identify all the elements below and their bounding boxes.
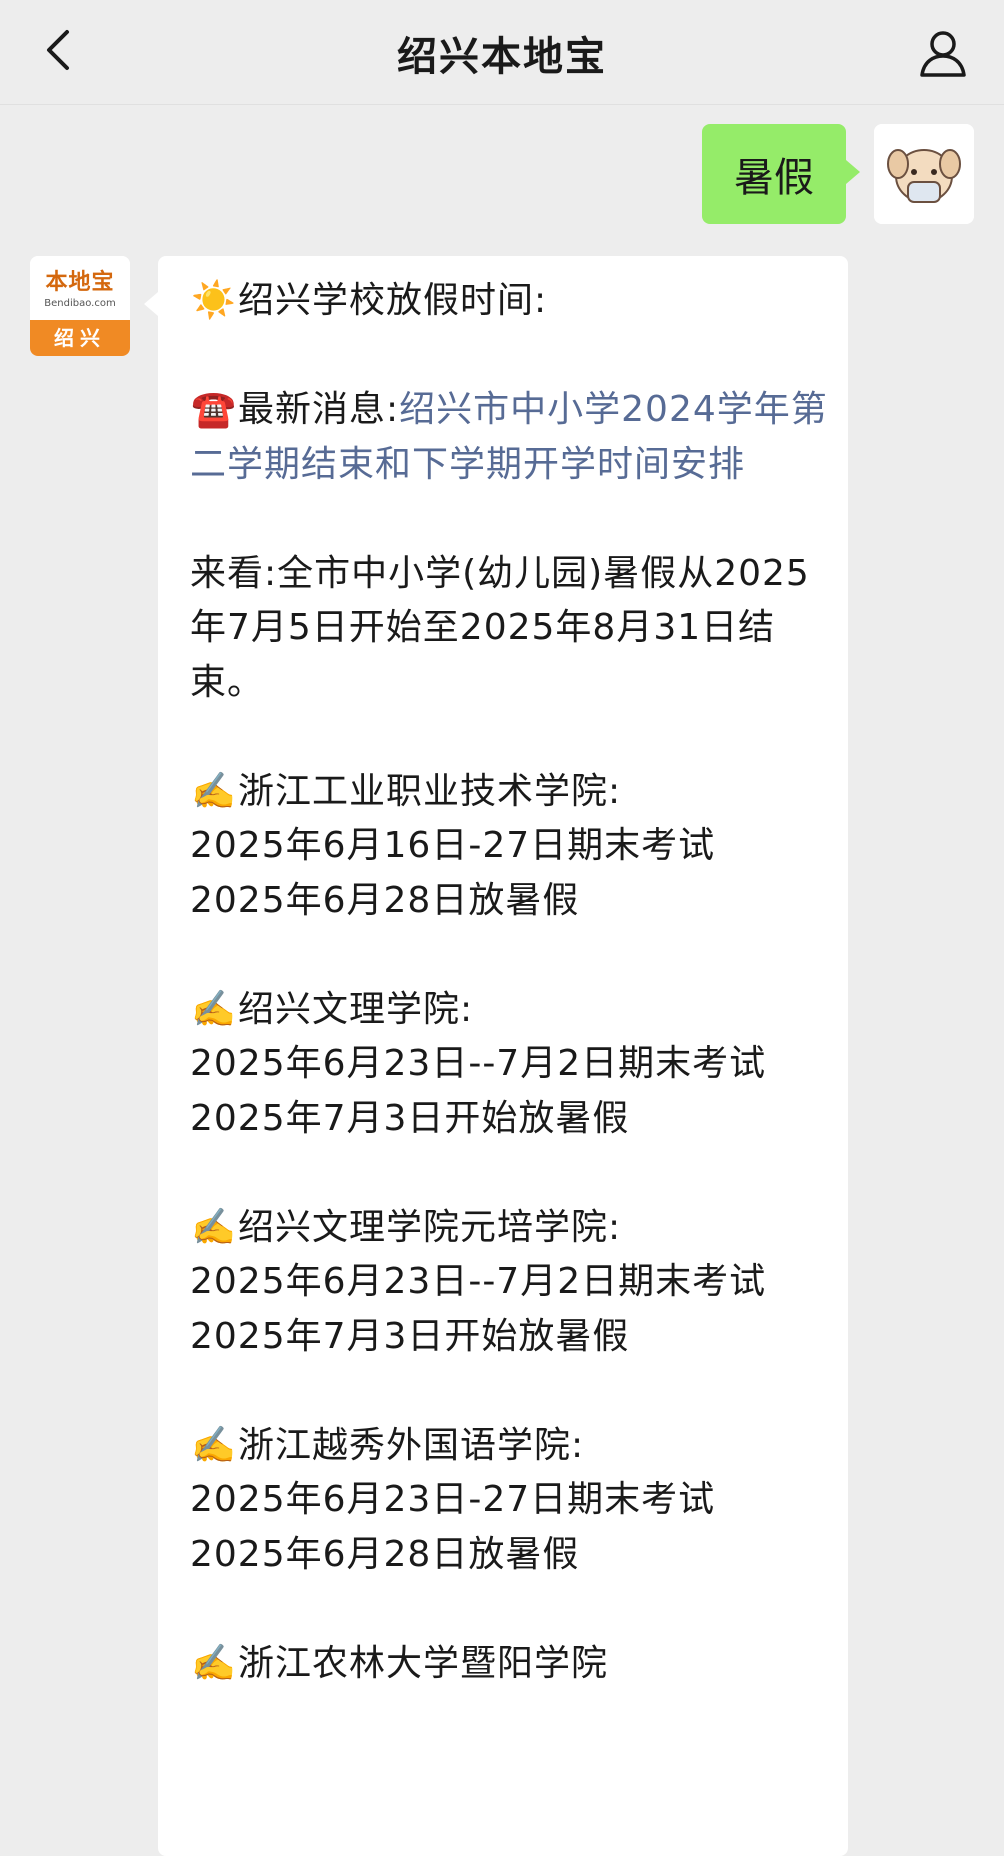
sun-icon: ☀️ bbox=[191, 280, 237, 321]
outgoing-message-bubble[interactable]: 暑假 bbox=[702, 124, 860, 224]
schedule-line: 2025年6月28日放暑假 bbox=[190, 879, 580, 921]
school-name: 浙江越秀外国语学院: bbox=[238, 1424, 585, 1466]
writing-hand-icon: ✍️ bbox=[191, 1642, 237, 1684]
writing-hand-icon: ✍️ bbox=[191, 770, 237, 812]
school-entry: ✍️浙江越秀外国语学院: bbox=[190, 1419, 830, 1474]
logo-sub-text: Bendibao.com bbox=[44, 298, 116, 309]
schedule-line: 2025年6月23日--7月2日期末考试 bbox=[190, 1043, 767, 1084]
school-name: 绍兴文理学院: bbox=[238, 988, 474, 1030]
incoming-message-bubble[interactable]: ☀️绍兴学校放假时间: ☎️最新消息:绍兴市中小学2024学年第二学期结束和下学… bbox=[144, 256, 848, 1856]
telephone-icon: ☎️ bbox=[191, 389, 237, 430]
message-title: ☀️绍兴学校放假时间: bbox=[190, 274, 830, 329]
bendibao-logo: 本地宝 Bendibao.com bbox=[30, 256, 130, 320]
news-line: ☎️最新消息:绍兴市中小学2024学年第二学期结束和下学期开学时间安排 bbox=[190, 383, 830, 492]
schedule-line: 2025年7月3日开始放暑假 bbox=[190, 1097, 630, 1139]
school-name: 浙江工业职业技术学院: bbox=[238, 770, 622, 812]
dog-avatar-icon bbox=[874, 124, 974, 224]
logo-city-text: 绍兴 bbox=[30, 320, 130, 356]
school-entry: ✍️浙江农林大学暨阳学院 bbox=[190, 1637, 830, 1692]
schedule-line: 2025年6月23日--7月2日期末考试 bbox=[190, 1261, 767, 1302]
writing-hand-icon: ✍️ bbox=[191, 1206, 237, 1248]
user-avatar[interactable] bbox=[874, 124, 974, 224]
school-entry: ✍️绍兴文理学院元培学院: bbox=[190, 1201, 830, 1256]
top-bar: 绍兴本地宝 bbox=[0, 0, 1004, 105]
school-name: 绍兴文理学院元培学院: bbox=[238, 1206, 622, 1248]
lookup-text: 来看:全市中小学(幼儿园)暑假从2025年7月5日开始至2025年8月31日结束… bbox=[190, 552, 810, 703]
bendibao-avatar[interactable]: 本地宝 Bendibao.com 绍兴 bbox=[30, 256, 130, 356]
message-body: ☀️绍兴学校放假时间: ☎️最新消息:绍兴市中小学2024学年第二学期结束和下学… bbox=[190, 274, 830, 1691]
schedule-line: 2025年7月3日开始放暑假 bbox=[190, 1315, 630, 1357]
writing-hand-icon: ✍️ bbox=[191, 988, 237, 1030]
schedule-line: 2025年6月23日-27日期末考试 bbox=[190, 1479, 716, 1520]
profile-button[interactable] bbox=[912, 22, 974, 84]
writing-hand-icon: ✍️ bbox=[191, 1424, 237, 1466]
news-label: 最新消息: bbox=[238, 389, 400, 430]
school-entry: ✍️浙江工业职业技术学院: bbox=[190, 765, 830, 820]
schedule-line: 2025年6月16日-27日期末考试 bbox=[190, 825, 716, 866]
person-icon bbox=[920, 31, 966, 77]
title-text: 绍兴学校放假时间: bbox=[238, 280, 548, 321]
school-entry: ✍️绍兴文理学院: bbox=[190, 983, 830, 1038]
logo-main-text: 本地宝 bbox=[45, 269, 115, 295]
school-name: 浙江农林大学暨阳学院 bbox=[238, 1642, 609, 1684]
page-title: 绍兴本地宝 bbox=[397, 34, 607, 80]
schedule-line: 2025年6月28日放暑假 bbox=[190, 1533, 580, 1575]
